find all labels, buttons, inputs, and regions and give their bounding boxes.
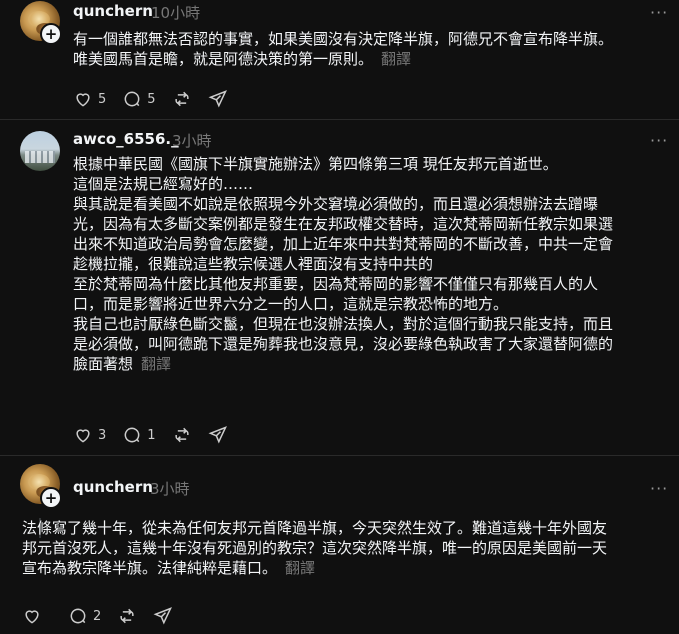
share-icon	[208, 90, 227, 108]
post-1: + qunchern 10小時 ··· 有一個誰都無法否認的事實，如果美國沒有決…	[0, 0, 679, 120]
repost-icon	[174, 427, 189, 443]
post-line: 有一個誰都無法否認的事實，如果美國沒有決定降半旗，阿德兄不會宣布降半旗。	[73, 30, 614, 48]
like-button[interactable]	[22, 606, 42, 626]
heart-icon	[76, 429, 90, 443]
reply-count: 5	[147, 91, 156, 107]
post-2: awco_6556._ 3小時 ··· 根據中華民國《國旗下半旗實施辦法》第四條…	[0, 120, 679, 460]
like-button[interactable]: 3	[73, 425, 106, 445]
username[interactable]: qunchern	[73, 2, 153, 20]
repost-icon	[120, 608, 134, 624]
reply-count: 2	[93, 608, 102, 624]
plus-icon[interactable]: +	[40, 487, 62, 509]
timestamp[interactable]: 3小時	[172, 130, 212, 151]
username[interactable]: qunchern	[73, 478, 153, 496]
post-line: 與其說是看美國不如說是依照現今外交窘境必須做的，而且還必須想辦法去蹭曝	[73, 195, 599, 213]
post-line: 至於梵蒂岡為什麼比其他友邦重要，因為梵蒂岡的影響不僅僅只有那幾百人的人	[73, 275, 599, 293]
post-line: 宣布為教宗降半旗。法律純粹是藉口。 翻譯	[22, 559, 316, 577]
post-text: 有一個誰都無法否認的事實，如果美國沒有決定降半旗，阿德兄不會宣布降半旗。 唯美國…	[73, 29, 673, 69]
reply-button[interactable]: 1	[122, 425, 156, 445]
heart-icon	[76, 93, 90, 107]
share-button[interactable]	[208, 425, 228, 445]
post-text: 根據中華民國《國旗下半旗實施辦法》第四條第三項 現任友邦元首逝世。 這個是法規已…	[73, 154, 673, 374]
timestamp[interactable]: 3小時	[150, 478, 190, 499]
more-icon[interactable]: ···	[650, 3, 668, 22]
reply-count: 1	[147, 427, 156, 443]
repost-icon	[174, 91, 189, 107]
username[interactable]: awco_6556._	[73, 130, 179, 148]
heart-icon	[25, 610, 39, 624]
more-icon[interactable]: ···	[650, 131, 668, 150]
comment-icon	[124, 427, 140, 443]
like-count: 5	[98, 91, 107, 107]
action-bar: 3 1	[73, 425, 244, 445]
post-line: 出來不知道政治局勢會怎麼變，加上近年來中共對梵蒂岡的不斷改善，中共一定會	[73, 235, 614, 253]
timestamp[interactable]: 10小時	[151, 2, 200, 23]
translate-link[interactable]: 翻譯	[285, 559, 315, 577]
translate-link[interactable]: 翻譯	[381, 50, 411, 68]
share-icon	[208, 426, 227, 444]
like-button[interactable]: 5	[73, 89, 106, 109]
post-line: 我自己也討厭綠色斷交鬣，但現在也沒辦法換人，對於這個行動我只能支持，而且	[73, 315, 614, 333]
post-line: 邦元首沒死人，這幾十年沒有死過別的教宗？這次突然降半旗，唯一的原因是美國前一天	[22, 539, 608, 557]
repost-button[interactable]	[172, 425, 192, 445]
post-line: 光，因為有太多斷交案例都是發生在友邦政權交替時，這次梵蒂岡新任教宗如果選	[73, 215, 614, 233]
repost-button[interactable]	[117, 606, 137, 626]
post-line: 根據中華民國《國旗下半旗實施辦法》第四條第三項 現任友邦元首逝世。	[73, 155, 558, 173]
post-line: 口，而是影響將近世界六分之一的人口，這就是宗教恐怖的地方。	[73, 295, 509, 313]
post-text: 法條寫了幾十年，從未為任何友邦元首降過半旗，今天突然生效了。難道這幾十年外國友 …	[22, 518, 672, 578]
post-3: + qunchern 3小時 ··· 法條寫了幾十年，從未為任何友邦元首降過半旗…	[0, 456, 679, 634]
translate-link[interactable]: 翻譯	[141, 355, 171, 373]
post-line: 臉面著想 翻譯	[73, 355, 172, 373]
share-button[interactable]	[153, 606, 173, 626]
post-line: 趁機拉攏，很難說這些教宗候選人裡面沒有支持中共的	[73, 255, 434, 273]
like-count: 3	[98, 427, 107, 443]
avatar[interactable]	[20, 131, 60, 171]
post-line: 唯美國馬首是瞻，就是阿德決策的第一原則。 翻譯	[73, 50, 412, 68]
post-line: 是必須做，叫阿德跪下還是殉葬我也沒意見，沒必要綠色執政害了大家還替阿德的	[73, 335, 614, 353]
more-icon[interactable]: ···	[650, 479, 668, 498]
comment-icon	[124, 91, 140, 107]
post-line: 法條寫了幾十年，從未為任何友邦元首降過半旗，今天突然生效了。難道這幾十年外國友	[22, 519, 608, 537]
comment-icon	[70, 608, 86, 624]
repost-button[interactable]	[172, 89, 192, 109]
post-line: 這個是法規已經寫好的……	[73, 175, 254, 193]
share-icon	[153, 607, 173, 625]
reply-button[interactable]: 5	[122, 89, 156, 109]
action-bar: 5 5	[73, 89, 244, 109]
action-bar: 2	[22, 606, 189, 626]
reply-button[interactable]: 2	[68, 606, 101, 626]
share-button[interactable]	[208, 89, 228, 109]
plus-icon[interactable]: +	[40, 23, 62, 45]
